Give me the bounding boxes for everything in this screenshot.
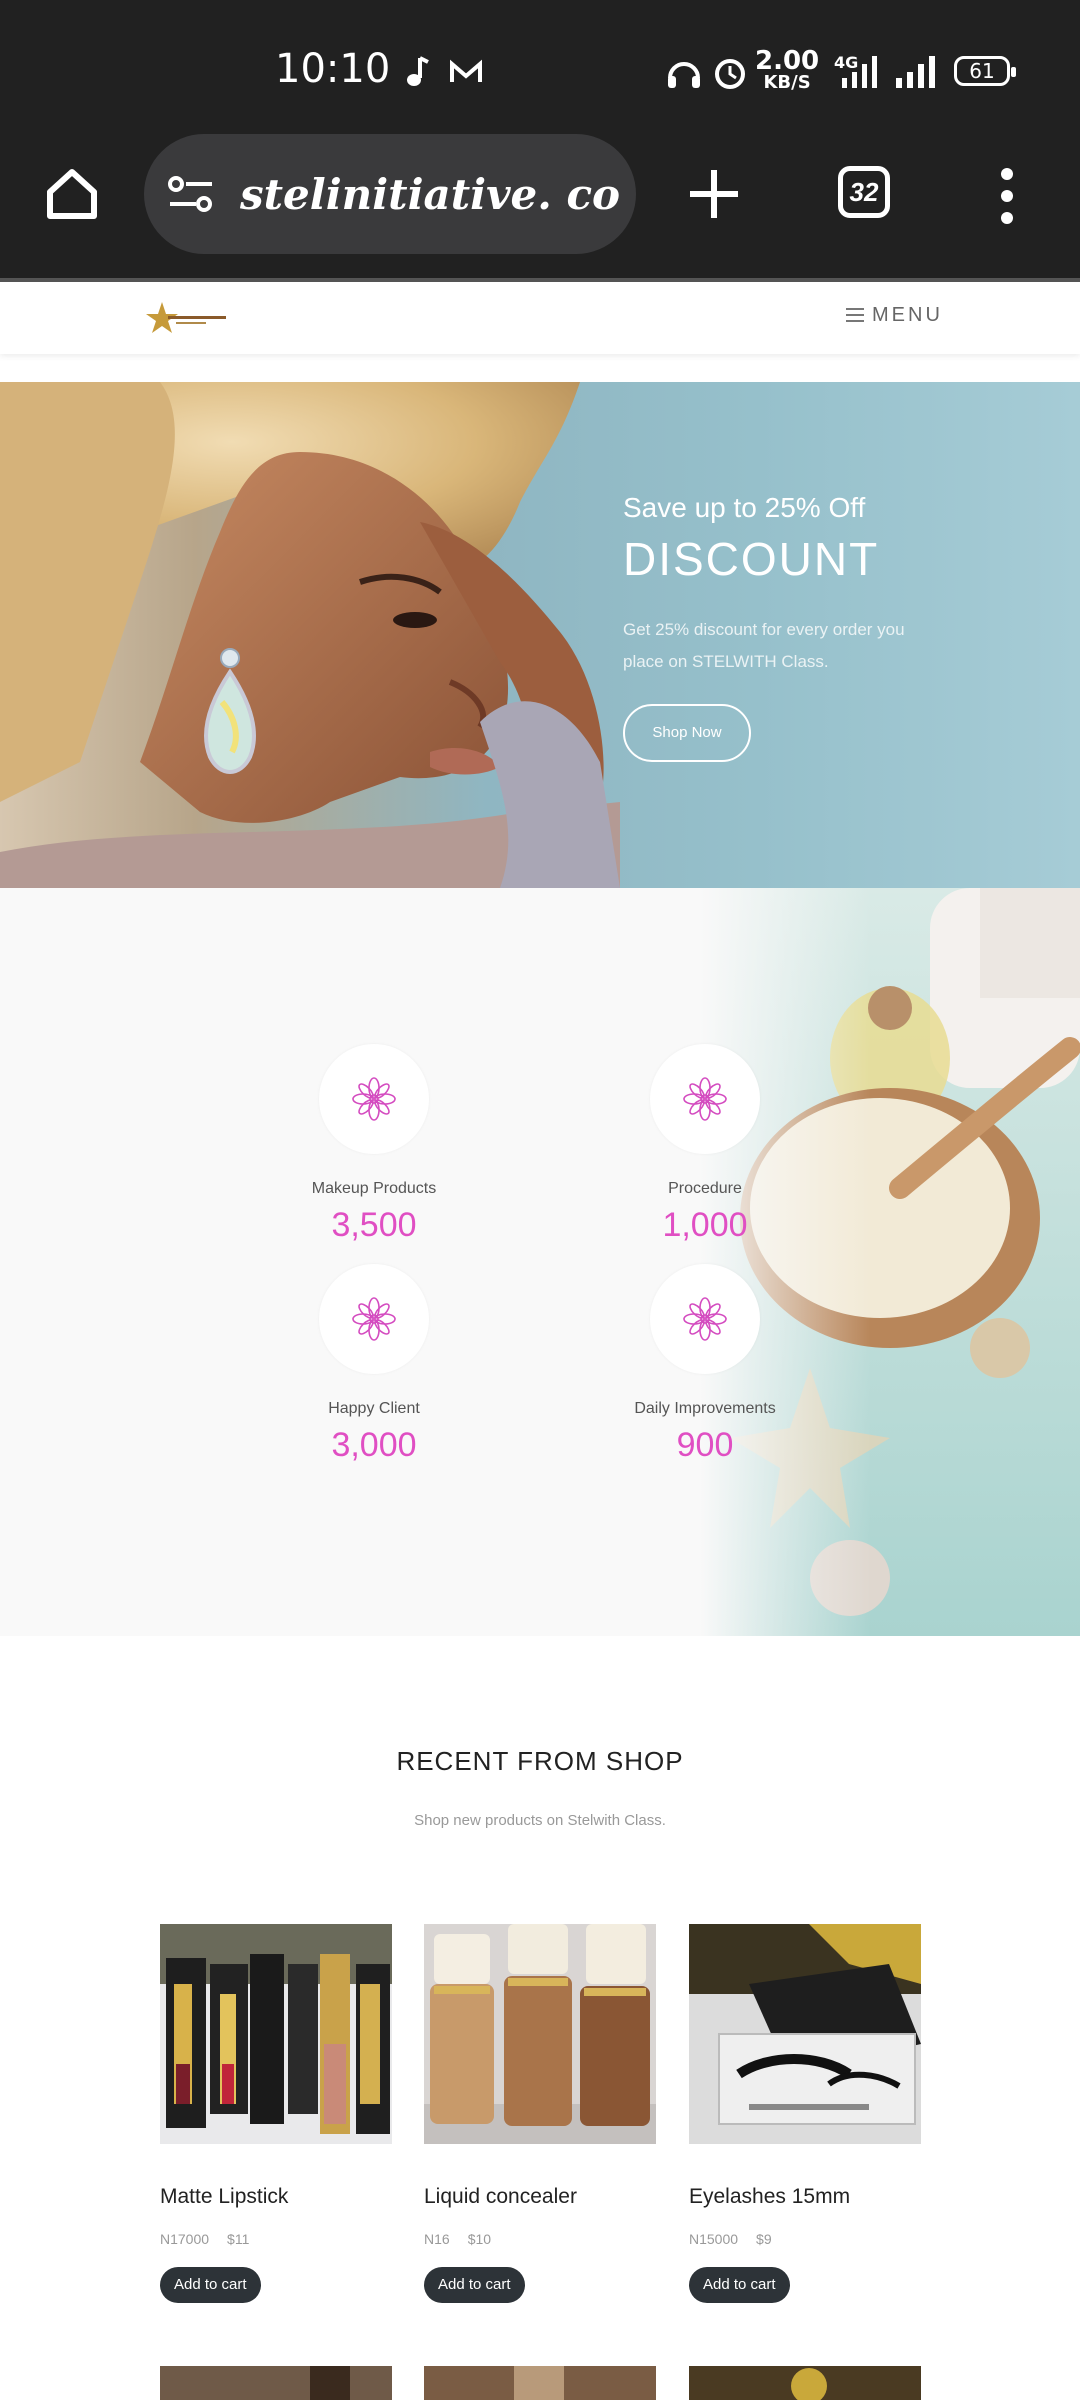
gmail-icon [450,59,482,82]
stat-procedure: Procedure 1,000 [595,1044,815,1245]
hero-description: Get 25% discount for every order you pla… [623,620,905,671]
site-header: MENU [0,282,1080,354]
price-usd: $9 [756,2231,772,2247]
network-speed: 2.00 KB/S [755,46,820,93]
product-card: Matte Lipstick N17000 $11 Add to cart [160,1924,392,2303]
shop-now-button[interactable]: Shop Now [623,704,751,762]
hamburger-icon [846,308,864,322]
stat-label: Daily Improvements [634,1400,776,1417]
stat-daily-improvements: Daily Improvements 900 [595,1264,815,1465]
home-icon[interactable] [42,164,102,224]
product-image-eyelashes[interactable] [689,1924,921,2144]
stat-value: 3,000 [331,1426,417,1464]
signal-4g-icon: 4G [834,53,877,88]
section-subtitle: Shop new products on Stelwith Class. [414,1812,666,1829]
spa-background-image [700,888,1080,1636]
product-name[interactable]: Matte Lipstick [160,2185,392,2209]
stat-value: 1,000 [662,1206,748,1244]
tab-switcher-button[interactable]: 32 [838,166,890,218]
status-bar: 10:10 2.00 KB/S 4G 61 [0,0,1080,130]
model-photo [0,382,620,888]
signal-icon [896,56,935,88]
stat-makeup-products: Makeup Products 3,500 [264,1044,484,1245]
stat-circle [650,1044,760,1154]
stat-value: 3,500 [331,1206,417,1244]
svg-text:4G: 4G [834,53,858,72]
stat-value: 900 [676,1426,734,1464]
url-text[interactable]: stelinitiative. com/m [240,170,620,219]
product-card: Eyelashes 15mm N15000 $9 Add to cart [689,1924,921,2303]
alarm-icon [715,59,745,89]
status-time: 10:10 [275,46,391,92]
music-note-icon [407,56,429,86]
price-usd: $11 [227,2231,250,2247]
price-ngn: N16 [424,2231,450,2247]
stelwith-class-logo[interactable] [146,296,230,340]
flower-icon [683,1077,727,1121]
stats-section: Makeup Products 3,500 Procedure 1,000 Ha… [0,888,1080,1636]
stat-label: Happy Client [328,1400,420,1417]
new-tab-icon[interactable] [686,166,742,222]
product-image-next-row[interactable] [689,2366,921,2400]
product-price: N16 $10 [424,2231,656,2247]
flower-icon [352,1297,396,1341]
product-image-next-row[interactable] [160,2366,392,2400]
site-settings-icon[interactable] [168,174,214,214]
price-ngn: N17000 [160,2231,210,2247]
stat-circle [319,1264,429,1374]
address-bar[interactable]: stelinitiative. com/m [144,134,636,254]
battery-indicator: 61 [954,56,1016,86]
product-image-concealer[interactable] [424,1924,656,2144]
add-to-cart-button[interactable]: Add to cart [689,2267,790,2303]
menu-button[interactable]: MENU [846,304,943,327]
browser-toolbar: stelinitiative. com/m 32 [0,130,1080,278]
product-name[interactable]: Liquid concealer [424,2185,656,2209]
product-card: Liquid concealer N16 $10 Add to cart [424,1924,656,2303]
product-price: N15000 $9 [689,2231,921,2247]
price-usd: $10 [467,2231,492,2247]
add-to-cart-button[interactable]: Add to cart [160,2267,261,2303]
hero-title: DISCOUNT [623,533,880,585]
stat-happy-client: Happy Client 3,000 [264,1264,484,1465]
price-ngn: N15000 [689,2231,739,2247]
flower-icon [683,1297,727,1341]
headphones-icon [668,62,700,88]
stat-label: Procedure [668,1180,742,1197]
stat-label: Makeup Products [311,1180,437,1197]
flower-icon [352,1077,396,1121]
product-image-lipstick[interactable] [160,1924,392,2144]
section-title: RECENT FROM SHOP [396,1746,684,1776]
more-options-icon[interactable] [996,166,1018,226]
add-to-cart-button[interactable]: Add to cart [424,2267,525,2303]
stat-circle [319,1044,429,1154]
stat-circle [650,1264,760,1374]
hero-subtitle: Save up to 25% Off [623,492,866,523]
product-image-next-row[interactable] [424,2366,656,2400]
product-name[interactable]: Eyelashes 15mm [689,2185,921,2209]
product-price: N17000 $11 [160,2231,392,2247]
hero-banner: Save up to 25% Off DISCOUNT Get 25% disc… [0,382,1080,888]
